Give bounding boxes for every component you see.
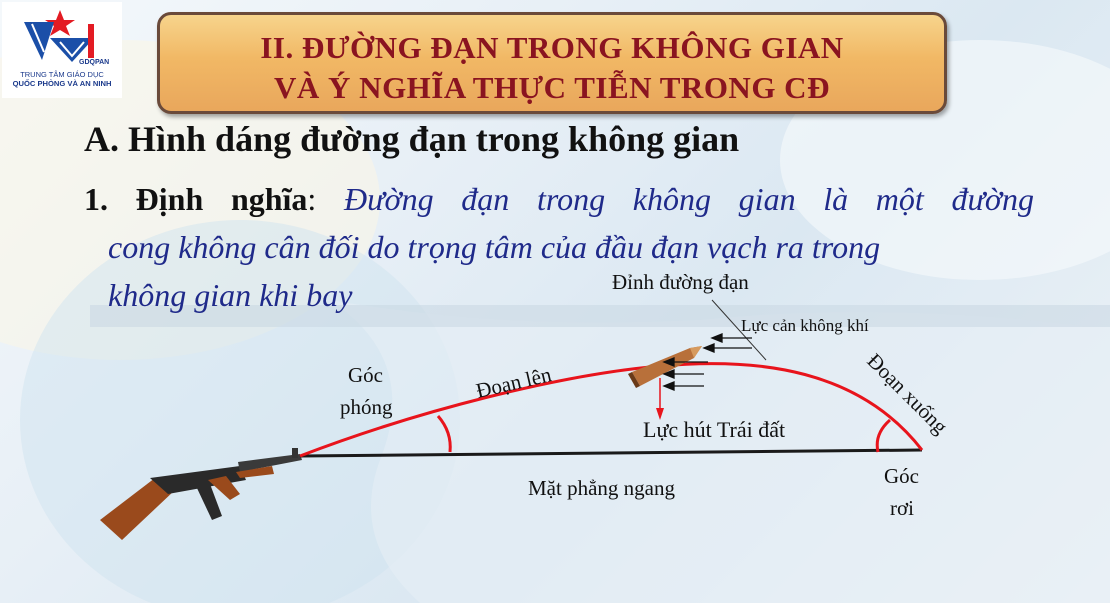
apex-label: Đỉnh đường đạn <box>612 270 749 294</box>
air-resistance-label: Lực cản không khí <box>741 316 869 335</box>
launch-angle-label-1: Góc <box>348 363 383 387</box>
fall-angle-label-1: Góc <box>884 464 919 488</box>
fall-angle-label-2: rơi <box>890 496 914 520</box>
horizontal-plane-line <box>299 448 923 458</box>
air-resistance-arrows <box>662 333 752 391</box>
horizontal-plane-label: Mặt phẳng ngang <box>528 476 675 500</box>
ascending-label: Đoạn lên <box>474 362 554 403</box>
descending-label: Đoạn xuống <box>862 349 952 439</box>
gravity-label: Lực hút Trái đất <box>643 417 785 442</box>
trajectory-diagram: Đỉnh đường đạn Lực cản không khí Góc phó… <box>100 270 953 540</box>
fall-angle-arc <box>875 418 892 453</box>
launch-angle-arc <box>436 415 452 453</box>
rifle-illustration <box>100 448 302 540</box>
launch-angle-label-2: phóng <box>340 395 393 419</box>
gravity-arrow <box>656 378 664 420</box>
trajectory-curve <box>299 362 924 458</box>
